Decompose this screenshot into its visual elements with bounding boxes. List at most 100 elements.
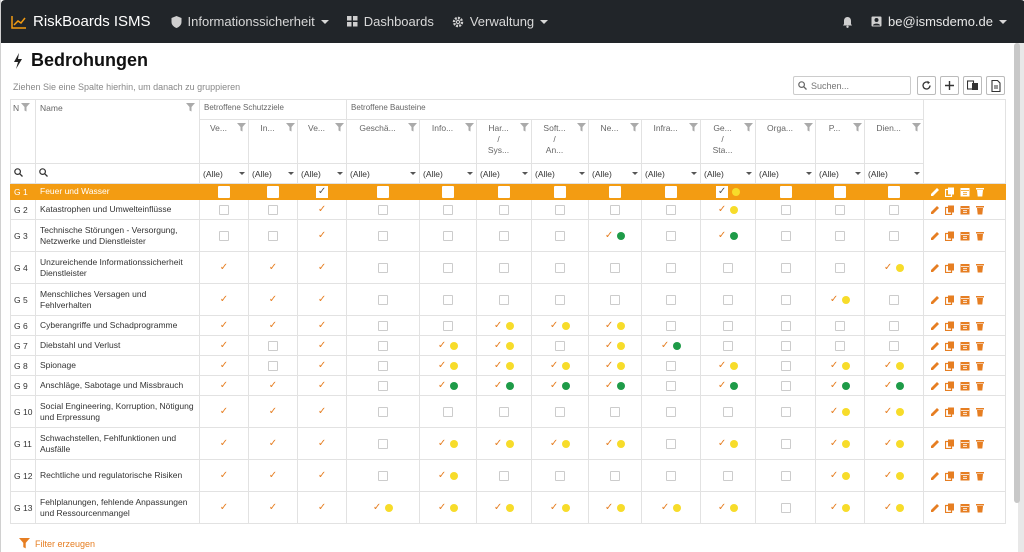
edit-icon[interactable] bbox=[930, 263, 940, 273]
table-row[interactable]: G 9 Anschläge, Sabotage und Missbrauch ✓ ✓ ✓… bbox=[10, 375, 1007, 396]
copy-icon[interactable] bbox=[945, 361, 955, 371]
trash-icon[interactable] bbox=[975, 439, 985, 449]
copy-icon[interactable] bbox=[945, 503, 955, 513]
calendar-icon[interactable] bbox=[960, 407, 970, 417]
filter-icon[interactable] bbox=[912, 123, 922, 132]
filter-icon[interactable] bbox=[744, 123, 754, 132]
copy-icon[interactable] bbox=[945, 407, 955, 417]
table-row[interactable]: G 10 Social Engineering, Korruption, Nöti… bbox=[10, 395, 1007, 428]
column-filter-select[interactable]: (Alle) bbox=[419, 163, 478, 184]
trash-icon[interactable] bbox=[975, 407, 985, 417]
edit-icon[interactable] bbox=[930, 187, 940, 197]
create-filter-link[interactable]: Filter erzeugen bbox=[19, 538, 95, 549]
trash-icon[interactable] bbox=[975, 321, 985, 331]
copy-icon[interactable] bbox=[945, 439, 955, 449]
column-header[interactable]: Orga... bbox=[755, 119, 817, 164]
column-filter-select[interactable]: (Alle) bbox=[864, 163, 925, 184]
trash-icon[interactable] bbox=[975, 381, 985, 391]
edit-icon[interactable] bbox=[930, 341, 940, 351]
calendar-icon[interactable] bbox=[960, 341, 970, 351]
export-button[interactable] bbox=[986, 76, 1005, 95]
refresh-button[interactable] bbox=[917, 76, 936, 95]
column-header[interactable]: Info... bbox=[419, 119, 478, 164]
nav-verwaltung[interactable]: Verwaltung bbox=[452, 14, 549, 29]
edit-icon[interactable] bbox=[930, 381, 940, 391]
column-filter-select[interactable]: (Alle) bbox=[531, 163, 590, 184]
filter-icon[interactable] bbox=[335, 123, 345, 132]
copy-icon[interactable] bbox=[945, 263, 955, 273]
trash-icon[interactable] bbox=[975, 263, 985, 273]
nav-informationssicherheit[interactable]: Informationssicherheit bbox=[171, 14, 329, 29]
name-column-header[interactable]: Name bbox=[35, 99, 200, 164]
edit-icon[interactable] bbox=[930, 503, 940, 513]
nav-dashboards[interactable]: Dashboards bbox=[346, 14, 434, 29]
edit-icon[interactable] bbox=[930, 361, 940, 371]
table-row[interactable]: G 3 Technische Störungen - Versorgung, Ne… bbox=[10, 219, 1007, 252]
trash-icon[interactable] bbox=[975, 471, 985, 481]
table-row[interactable]: G 11 Schwachstellen, Fehlfunktionen und A… bbox=[10, 427, 1007, 460]
copy-icon[interactable] bbox=[945, 205, 955, 215]
search-input[interactable] bbox=[811, 80, 901, 91]
column-header[interactable]: Har... / Sys... bbox=[476, 119, 533, 164]
edit-icon[interactable] bbox=[930, 295, 940, 305]
bell-icon[interactable] bbox=[842, 16, 853, 28]
scrollbar[interactable] bbox=[1014, 43, 1020, 503]
trash-icon[interactable] bbox=[975, 295, 985, 305]
table-row[interactable]: G 13 Fehlplanungen, fehlende Anpassungen … bbox=[10, 491, 1007, 524]
user-menu[interactable]: be@ismsdemo.de bbox=[871, 14, 1007, 29]
filter-icon[interactable] bbox=[520, 123, 530, 132]
copy-icon[interactable] bbox=[945, 231, 955, 241]
filter-icon[interactable] bbox=[630, 123, 640, 132]
table-row[interactable]: G 8 Spionage ✓ ✓ ✓ ✓ ✓ ✓ ✓ ✓ ✓ bbox=[10, 355, 1007, 376]
table-row[interactable]: G 7 Diebstahl und Verlust ✓ ✓ ✓ ✓ ✓ ✓ bbox=[10, 335, 1007, 356]
column-filter-select[interactable]: (Alle) bbox=[755, 163, 817, 184]
column-filter-select[interactable]: (Alle) bbox=[296, 163, 348, 184]
filter-icon[interactable] bbox=[577, 123, 587, 132]
copy-icon[interactable] bbox=[945, 321, 955, 331]
filter-icon[interactable] bbox=[286, 123, 295, 132]
column-header[interactable]: Ge... / Sta... bbox=[700, 119, 757, 164]
copy-icon[interactable] bbox=[945, 187, 955, 197]
trash-icon[interactable] bbox=[975, 503, 985, 513]
trash-icon[interactable] bbox=[975, 205, 985, 215]
column-filter-select[interactable]: (Alle) bbox=[700, 163, 757, 184]
column-header[interactable]: Infra... bbox=[641, 119, 702, 164]
column-filter-select[interactable]: (Alle) bbox=[476, 163, 533, 184]
filter-cell-name[interactable] bbox=[35, 163, 200, 184]
edit-icon[interactable] bbox=[930, 439, 940, 449]
calendar-icon[interactable] bbox=[960, 205, 970, 215]
search-box[interactable] bbox=[793, 76, 911, 95]
column-filter-select[interactable]: (Alle) bbox=[346, 163, 421, 184]
add-button[interactable] bbox=[940, 76, 959, 95]
column-header[interactable]: In... bbox=[248, 119, 298, 164]
calendar-icon[interactable] bbox=[960, 361, 970, 371]
filter-icon[interactable] bbox=[408, 123, 418, 132]
brand[interactable]: RiskBoards ISMS bbox=[11, 13, 151, 30]
column-header[interactable]: Ve... bbox=[199, 119, 249, 164]
filter-icon[interactable] bbox=[689, 123, 699, 132]
table-row[interactable]: G 2 Katastrophen und Umwelteinflüsse ✓ ✓ bbox=[10, 199, 1007, 220]
calendar-icon[interactable] bbox=[960, 231, 970, 241]
copy-icon[interactable] bbox=[945, 295, 955, 305]
calendar-icon[interactable] bbox=[960, 439, 970, 449]
column-header[interactable]: Dien... bbox=[864, 119, 925, 164]
edit-icon[interactable] bbox=[930, 205, 940, 215]
column-filter-select[interactable]: (Alle) bbox=[588, 163, 643, 184]
filter-icon[interactable] bbox=[465, 123, 475, 132]
calendar-icon[interactable] bbox=[960, 263, 970, 273]
column-header[interactable]: Ne... bbox=[588, 119, 643, 164]
calendar-icon[interactable] bbox=[960, 295, 970, 305]
filter-cell-id[interactable] bbox=[10, 163, 36, 184]
calendar-icon[interactable] bbox=[960, 321, 970, 331]
column-header[interactable]: Soft... / An... bbox=[531, 119, 590, 164]
filter-icon[interactable] bbox=[237, 123, 246, 132]
edit-icon[interactable] bbox=[930, 231, 940, 241]
table-row[interactable]: G 4 Unzureichende Informationssicherheit … bbox=[10, 251, 1007, 284]
table-row[interactable]: G 5 Menschliches Versagen und Fehlverhalt… bbox=[10, 283, 1007, 316]
copy-icon[interactable] bbox=[945, 381, 955, 391]
filter-icon[interactable] bbox=[853, 123, 863, 132]
column-filter-select[interactable]: (Alle) bbox=[815, 163, 866, 184]
column-chooser-button[interactable] bbox=[963, 76, 982, 95]
column-header[interactable]: P... bbox=[815, 119, 866, 164]
edit-icon[interactable] bbox=[930, 471, 940, 481]
